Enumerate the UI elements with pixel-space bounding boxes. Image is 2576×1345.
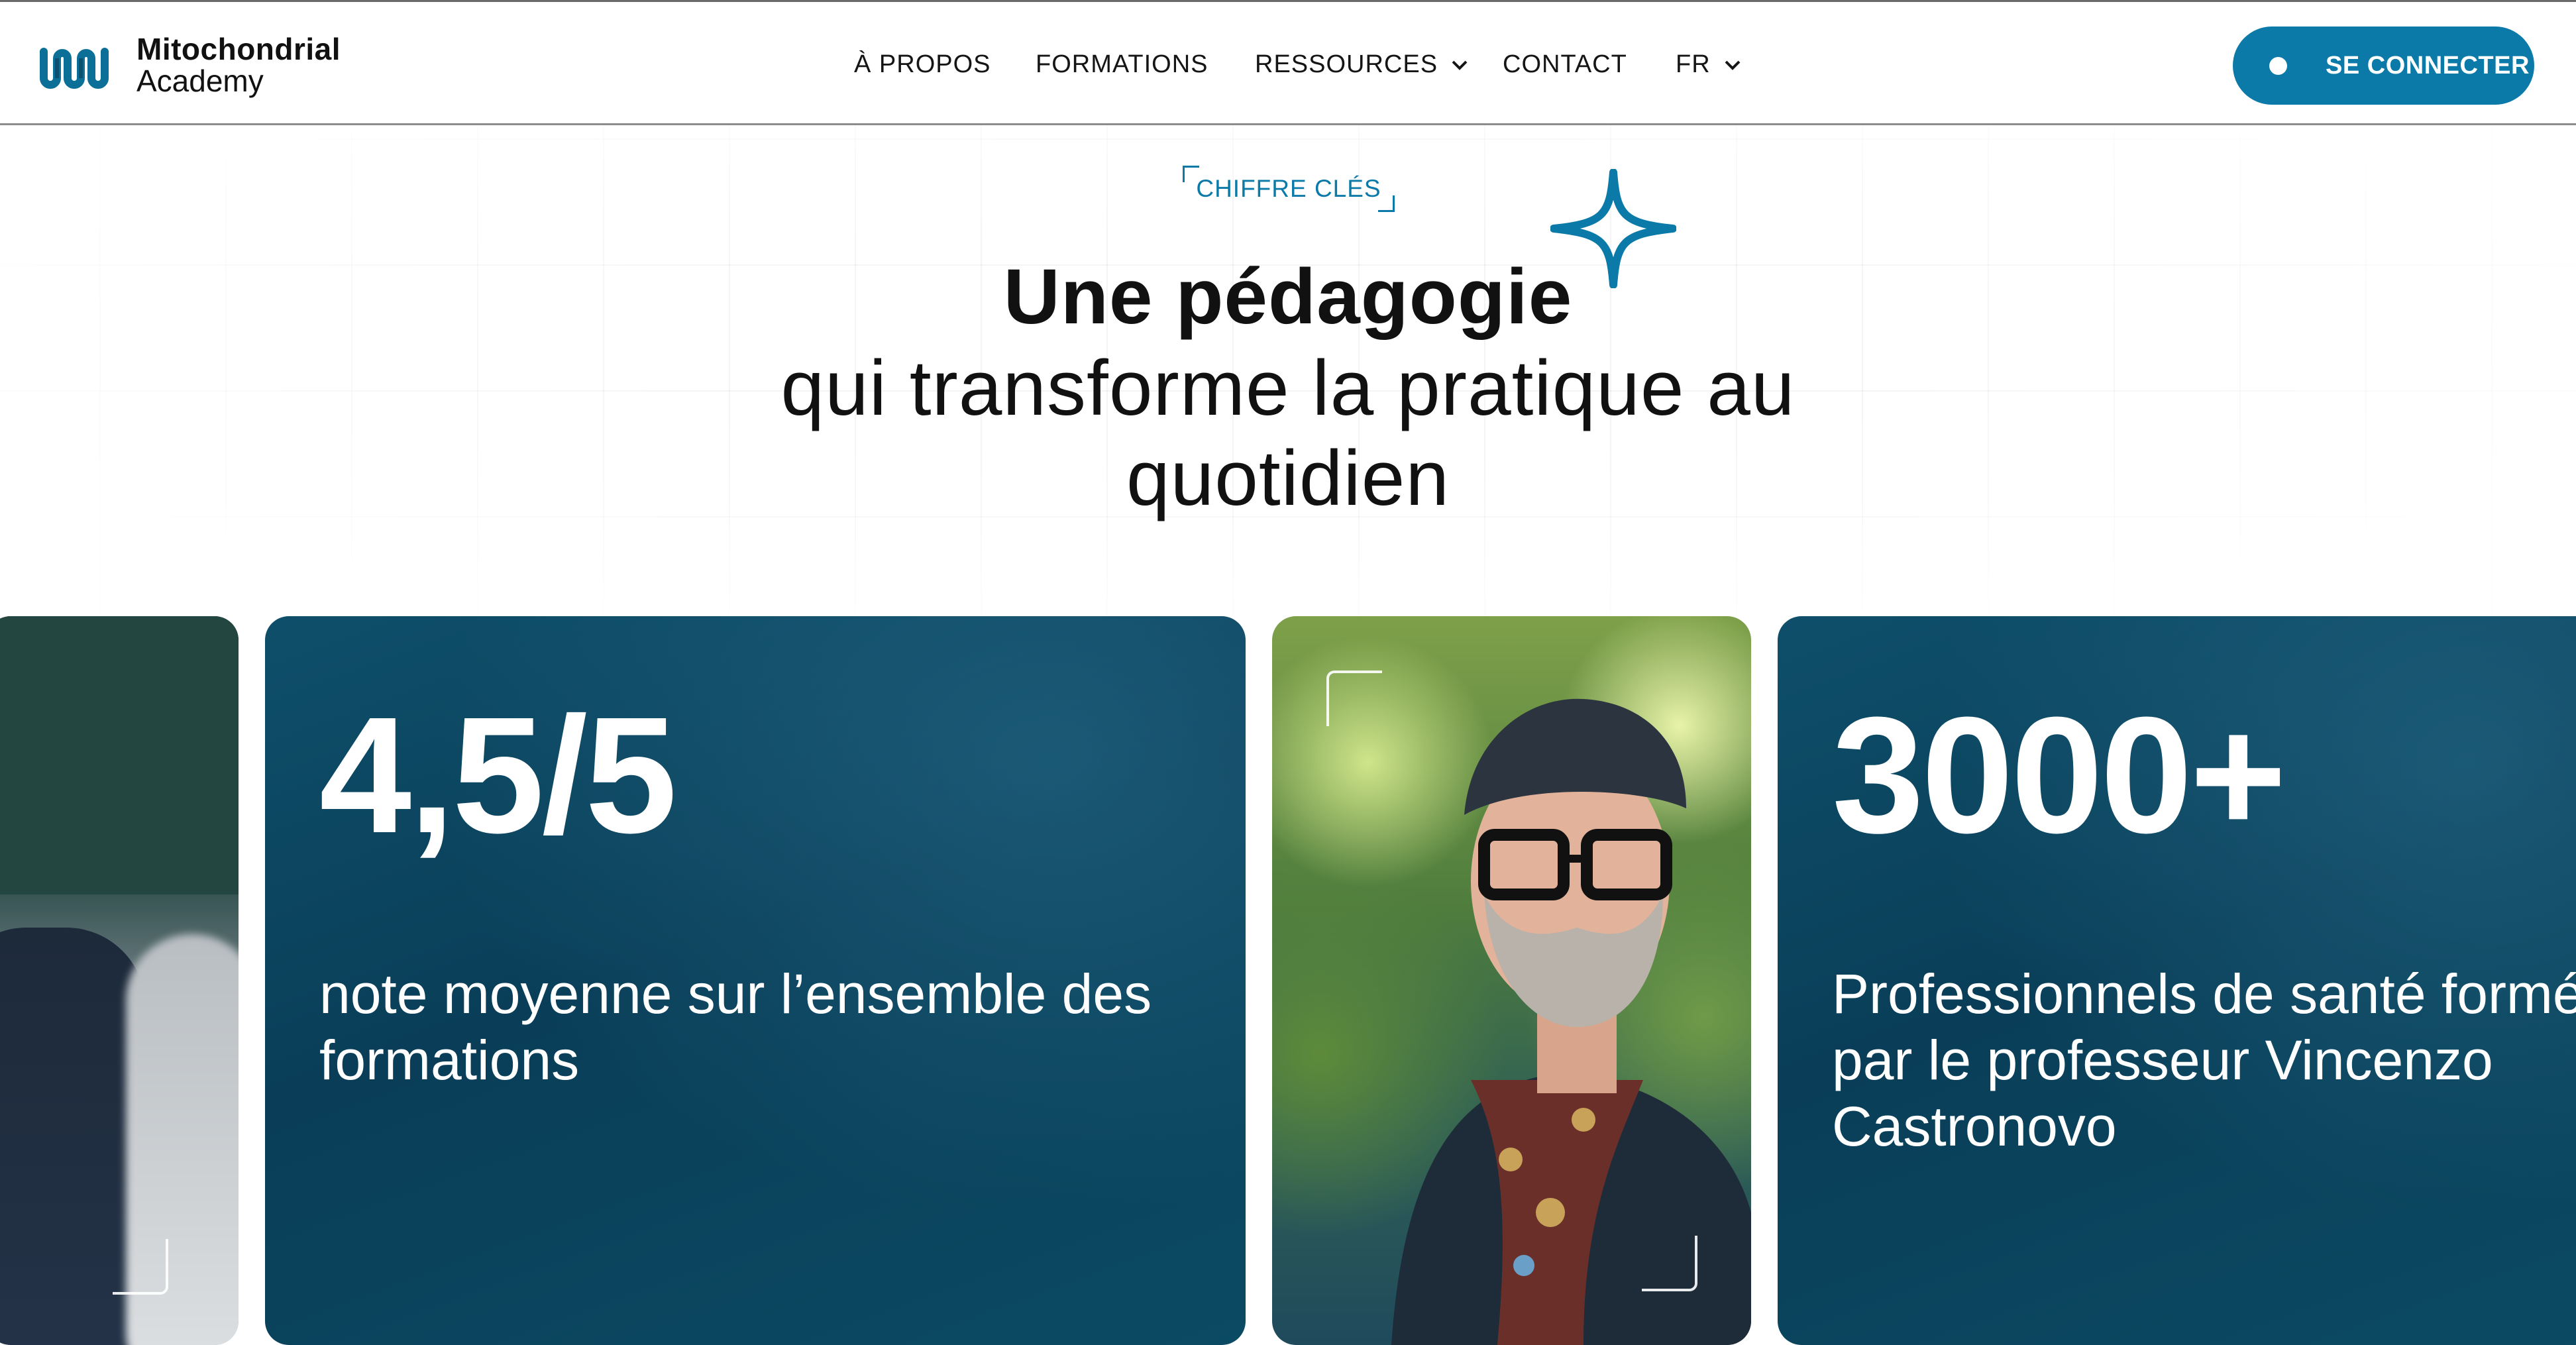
bracket-decoration: [1183, 166, 1199, 182]
language-selector[interactable]: FR: [1676, 50, 1741, 79]
photo-card-professor: [1272, 616, 1751, 1345]
corner-bracket: [1642, 1236, 1697, 1291]
nav-label: RESSOURCES: [1255, 50, 1438, 78]
stat-value: 4,5/5: [319, 682, 677, 867]
blackboard-image: [0, 616, 239, 894]
nav-label: À PROPOS: [854, 50, 991, 78]
nav-label: CONTACT: [1503, 50, 1627, 78]
stat-value: 3000+: [1832, 682, 2286, 867]
dot-icon: [2269, 56, 2287, 75]
stat-description-line: formations: [319, 1029, 580, 1091]
section-title-line: qui transforme la pratique au: [780, 345, 1796, 432]
language-label: FR: [1676, 50, 1711, 78]
stat-description-line: par le professeur Vincenzo: [1832, 1029, 2493, 1091]
photo-card-lecture: [0, 616, 239, 1345]
section-title: qui transforme la pratique au quotidien: [0, 343, 2576, 523]
stat-card-rating: 4,5/5 note moyenne sur l’ensemble des fo…: [265, 616, 1246, 1345]
stat-description-line: Castronovo: [1832, 1095, 2117, 1157]
logo-name: Mitochondrial: [136, 32, 341, 66]
corner-bracket: [1326, 671, 1382, 726]
section-title-line: quotidien: [1126, 435, 1450, 522]
stat-card-professionals: 3000+ Professionnels de santé formés par…: [1778, 616, 2576, 1345]
stat-description: Professionnels de santé formés par le pr…: [1832, 961, 2576, 1159]
nav-item-a-propos[interactable]: À PROPOS: [854, 50, 991, 79]
stat-description-line: Professionnels de santé formés: [1832, 963, 2576, 1025]
nav-item-ressources[interactable]: RESSOURCES: [1255, 50, 1468, 79]
site-header: Mitochondrial Academy À PROPOS FORMATION…: [0, 0, 2576, 125]
section-eyebrow: CHIFFRE CLÉS: [1183, 166, 1395, 212]
nav-item-formations[interactable]: FORMATIONS: [1036, 50, 1208, 79]
stat-description: note moyenne sur l’ensemble des formatio…: [319, 961, 1246, 1093]
chevron-down-icon: [1725, 60, 1741, 70]
login-label: SE CONNECTER: [2326, 51, 2530, 80]
chevron-down-icon: [1452, 60, 1468, 70]
login-button[interactable]: SE CONNECTER: [2233, 27, 2534, 105]
eyebrow-text: CHIFFRE CLÉS: [1196, 175, 1381, 202]
logo[interactable]: Mitochondrial Academy: [40, 34, 341, 96]
logo-mark-icon: [40, 48, 109, 89]
nav-item-contact[interactable]: CONTACT: [1503, 50, 1627, 79]
stat-description-line: note moyenne sur l’ensemble des: [319, 963, 1152, 1025]
logo-subname: Academy: [136, 64, 264, 98]
corner-bracket: [113, 1239, 168, 1295]
bracket-decoration: [1378, 195, 1395, 212]
nav-label: FORMATIONS: [1036, 50, 1208, 78]
section-title-bold: Une pédagogie: [1003, 253, 1573, 341]
